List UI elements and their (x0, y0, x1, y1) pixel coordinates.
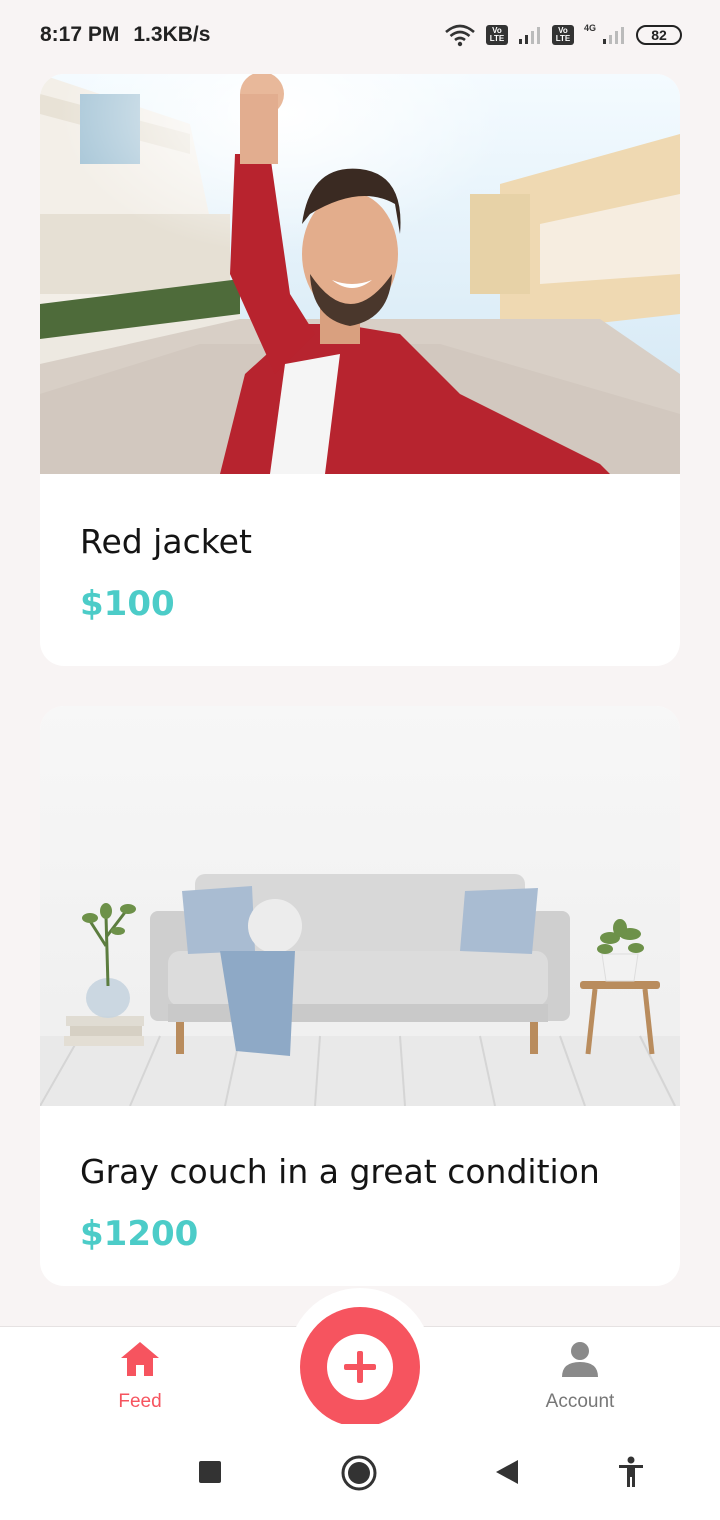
volte-icon: Vo LTE (485, 25, 508, 45)
square-icon (198, 1460, 222, 1489)
battery-level: 82 (651, 27, 667, 43)
network-type: 4G (583, 23, 596, 33)
accessibility-icon (616, 1456, 646, 1493)
listing-title: Gray couch in a great condition (80, 1152, 600, 1191)
listing-price: $1200 (80, 1214, 199, 1254)
nav-feed[interactable]: Feed (60, 1340, 220, 1413)
system-navigation-bar (0, 1424, 720, 1520)
network-speed: 1.3KB/s (133, 23, 211, 46)
wifi-icon (444, 23, 476, 47)
volte-icon-2: Vo LTE (551, 25, 574, 45)
home-icon (119, 1340, 161, 1383)
nav-account-label: Account (545, 1391, 615, 1412)
nav-account[interactable]: Account (500, 1340, 660, 1413)
plus-icon (327, 1334, 393, 1400)
back-triangle-icon (494, 1458, 520, 1491)
person-icon (559, 1340, 601, 1383)
circle-home-icon (340, 1454, 378, 1497)
status-bar: 8:17 PM 1.3KB/s Vo LTE Vo LTE 4G 82 (0, 0, 720, 70)
listing-card[interactable]: Red jacket $100 (40, 74, 680, 666)
signal-icon (518, 25, 542, 45)
battery-icon: 82 (636, 25, 682, 45)
status-time: 8:17 PM (40, 23, 120, 46)
recents-button[interactable] (198, 1460, 222, 1489)
listing-image (40, 74, 680, 474)
listing-title: Red jacket (80, 522, 252, 561)
back-button[interactable] (494, 1458, 520, 1491)
listing-price: $100 (80, 584, 175, 624)
nav-feed-label: Feed (118, 1391, 162, 1412)
accessibility-button[interactable] (616, 1456, 646, 1493)
home-button[interactable] (340, 1454, 378, 1497)
signal-icon-2 (602, 25, 626, 45)
add-listing-button[interactable] (300, 1307, 420, 1427)
listing-card[interactable]: Gray couch in a great condition $1200 (40, 706, 680, 1286)
listing-image (40, 706, 680, 1106)
